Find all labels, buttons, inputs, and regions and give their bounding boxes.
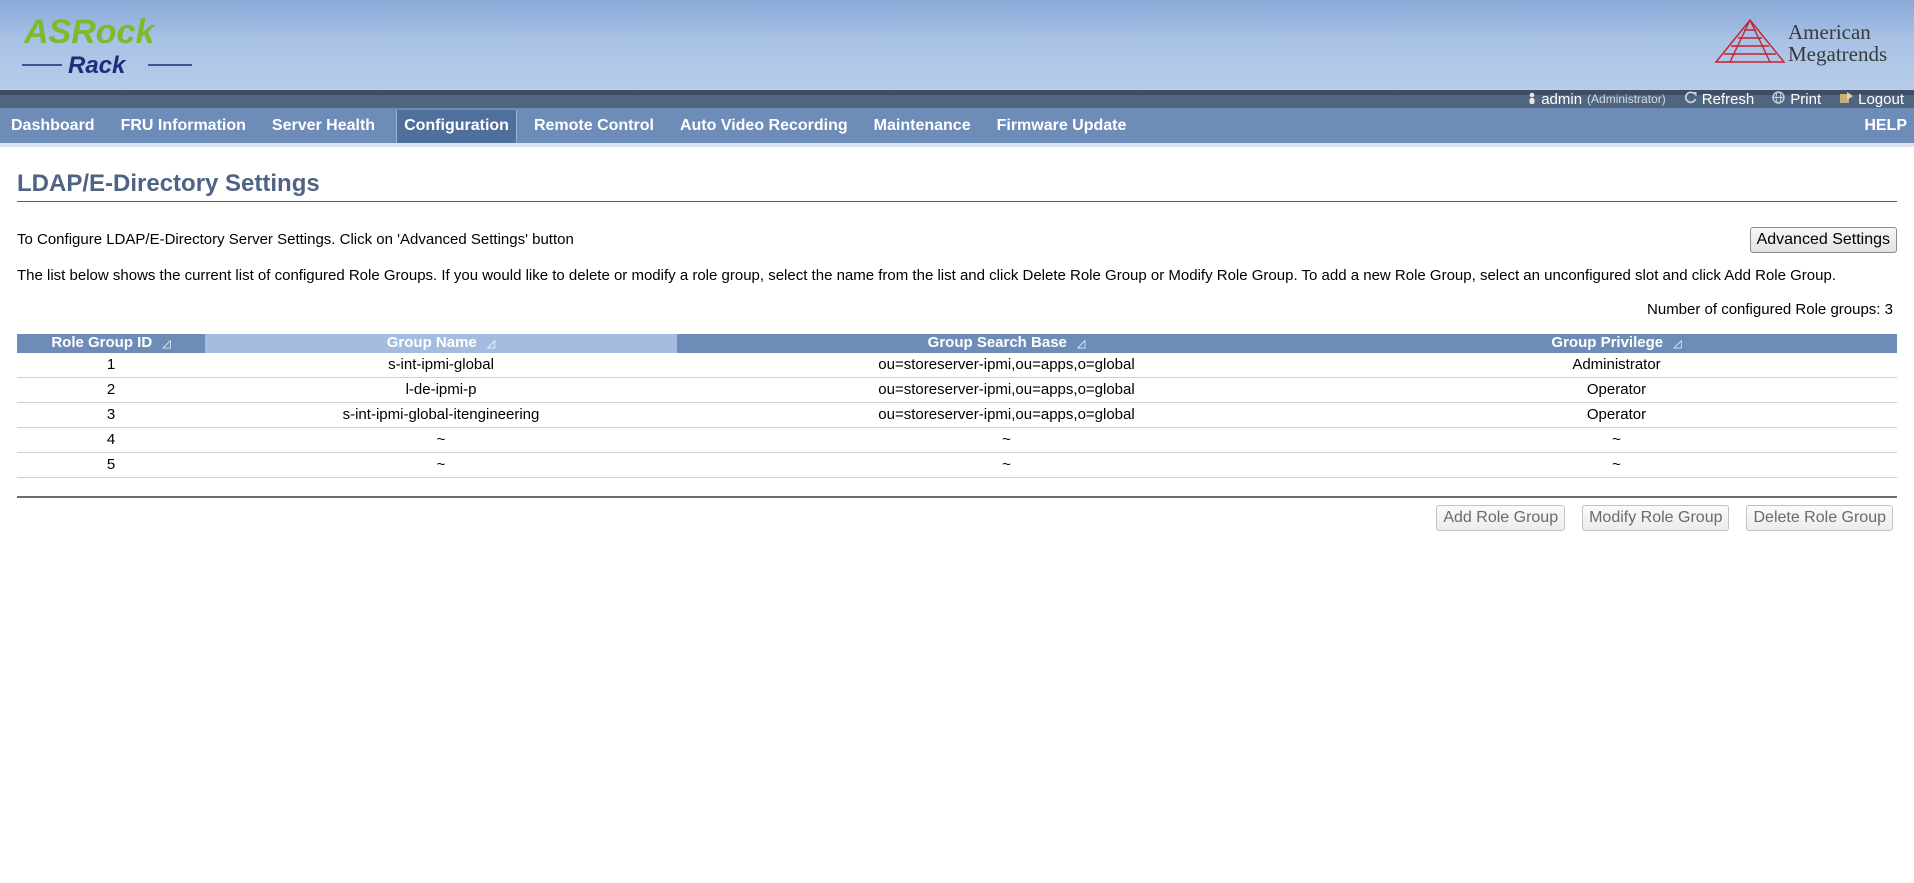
table-row[interactable]: 1 s-int-ipmi-global ou=storeserver-ipmi,… xyxy=(17,353,1897,378)
refresh-label: Refresh xyxy=(1701,90,1755,108)
logout-icon xyxy=(1839,91,1854,108)
cell-role-group-id: 4 xyxy=(17,427,205,453)
cell-group-name: ~ xyxy=(205,427,677,453)
nav-firmware-update[interactable]: Firmware Update xyxy=(986,108,1142,143)
cell-role-group-id: 3 xyxy=(17,402,205,428)
username: admin xyxy=(1541,90,1583,108)
column-header-group-search-base[interactable]: Group Search Base ◿ xyxy=(677,334,1336,353)
cell-group-privilege: Operator xyxy=(1336,402,1897,428)
header-label: Group Search Base xyxy=(927,334,1067,351)
main-nav: Dashboard FRU Information Server Health … xyxy=(0,108,1914,147)
nav-configuration[interactable]: Configuration xyxy=(396,110,517,143)
cell-group-privilege: Operator xyxy=(1336,377,1897,403)
table-divider xyxy=(17,496,1897,498)
nav-remote-control[interactable]: Remote Control xyxy=(523,108,669,143)
cell-group-name: s-int-ipmi-global xyxy=(205,353,677,378)
sort-arrow-icon: ◿ xyxy=(1673,338,1682,350)
current-user: admin (Administrator) xyxy=(1528,91,1666,108)
page-title: LDAP/E-Directory Settings xyxy=(17,170,1897,202)
advanced-settings-button[interactable]: Advanced Settings xyxy=(1749,227,1897,253)
table-row[interactable]: 4 ~ ~ ~ xyxy=(17,427,1897,453)
cell-group-privilege: ~ xyxy=(1336,427,1897,453)
ami-logo: American Megatrends xyxy=(1714,18,1887,66)
logout-link[interactable]: Logout xyxy=(1839,91,1904,108)
column-header-group-privilege[interactable]: Group Privilege ◿ xyxy=(1336,334,1897,353)
cell-group-name: s-int-ipmi-global-itengineering xyxy=(205,402,677,428)
column-header-role-group-id[interactable]: Role Group ID ◿ xyxy=(17,334,205,353)
logout-label: Logout xyxy=(1858,90,1904,108)
configured-count: Number of configured Role groups: 3 xyxy=(1647,301,1893,318)
nav-dashboard[interactable]: Dashboard xyxy=(0,108,110,143)
cell-group-search-base: ~ xyxy=(677,452,1336,478)
header-banner: ASRock Rack American Megatrends xyxy=(0,0,1914,90)
asrock-rack-logo: ASRock Rack xyxy=(22,13,192,79)
modify-role-group-button[interactable]: Modify Role Group xyxy=(1582,505,1730,531)
user-role: (Administrator) xyxy=(1587,92,1666,106)
cell-group-name: ~ xyxy=(205,452,677,478)
cell-group-privilege: Administrator xyxy=(1336,353,1897,378)
description-text: The list below shows the current list of… xyxy=(17,267,1836,284)
cell-role-group-id: 1 xyxy=(17,353,205,378)
svg-text:ASRock: ASRock xyxy=(23,13,156,51)
table-row[interactable]: 3 s-int-ipmi-global-itengineering ou=sto… xyxy=(17,402,1897,428)
cell-group-search-base: ou=storeserver-ipmi,ou=apps,o=global xyxy=(677,402,1336,428)
sort-arrow-icon: ◿ xyxy=(1076,338,1086,350)
globe-icon xyxy=(1772,90,1785,108)
spacer-cell xyxy=(17,478,1897,497)
nav-maintenance[interactable]: Maintenance xyxy=(863,108,986,143)
nav-server-health[interactable]: Server Health xyxy=(261,108,390,143)
delete-role-group-button[interactable]: Delete Role Group xyxy=(1746,505,1893,531)
cell-role-group-id: 2 xyxy=(17,377,205,403)
header-label: Group Name xyxy=(386,334,477,351)
svg-text:Rack: Rack xyxy=(68,52,127,79)
nav-fru-information[interactable]: FRU Information xyxy=(110,108,261,143)
cell-group-search-base: ou=storeserver-ipmi,ou=apps,o=global xyxy=(677,353,1336,378)
refresh-link[interactable]: Refresh xyxy=(1684,90,1755,108)
column-header-group-name[interactable]: Group Name ◿ xyxy=(205,334,677,353)
print-label: Print xyxy=(1790,90,1822,108)
add-role-group-button[interactable]: Add Role Group xyxy=(1436,505,1566,531)
table-spacer-row xyxy=(17,478,1897,497)
intro-text: To Configure LDAP/E-Directory Server Set… xyxy=(17,231,574,248)
cell-group-privilege: ~ xyxy=(1336,452,1897,478)
table-row[interactable]: 2 l-de-ipmi-p ou=storeserver-ipmi,ou=app… xyxy=(17,377,1897,403)
svg-text:Megatrends: Megatrends xyxy=(1788,42,1887,66)
sort-arrow-icon: ◿ xyxy=(162,338,171,350)
cell-group-search-base: ~ xyxy=(677,427,1336,453)
user-icon xyxy=(1528,91,1536,108)
table-row[interactable]: 5 ~ ~ ~ xyxy=(17,452,1897,478)
nav-auto-video-recording[interactable]: Auto Video Recording xyxy=(669,108,863,143)
svg-text:American: American xyxy=(1788,20,1871,44)
header-label: Role Group ID xyxy=(51,334,153,351)
role-group-table: Role Group ID ◿ Group Name ◿ Group Search … xyxy=(17,334,1897,496)
cell-group-search-base: ou=storeserver-ipmi,ou=apps,o=global xyxy=(677,377,1336,403)
user-bar: admin (Administrator) Refresh Print Logo… xyxy=(0,90,1914,108)
help-link[interactable]: HELP xyxy=(1864,108,1907,143)
refresh-icon xyxy=(1684,90,1697,108)
role-group-actions: Add Role Group Modify Role Group Delete … xyxy=(17,505,1897,531)
main-content: LDAP/E-Directory Settings To Configure L… xyxy=(17,170,1897,531)
print-link[interactable]: Print xyxy=(1772,91,1821,108)
sort-arrow-icon: ◿ xyxy=(486,338,496,350)
cell-group-name: l-de-ipmi-p xyxy=(205,377,677,403)
cell-role-group-id: 5 xyxy=(17,452,205,478)
header-label: Group Privilege xyxy=(1551,334,1664,351)
